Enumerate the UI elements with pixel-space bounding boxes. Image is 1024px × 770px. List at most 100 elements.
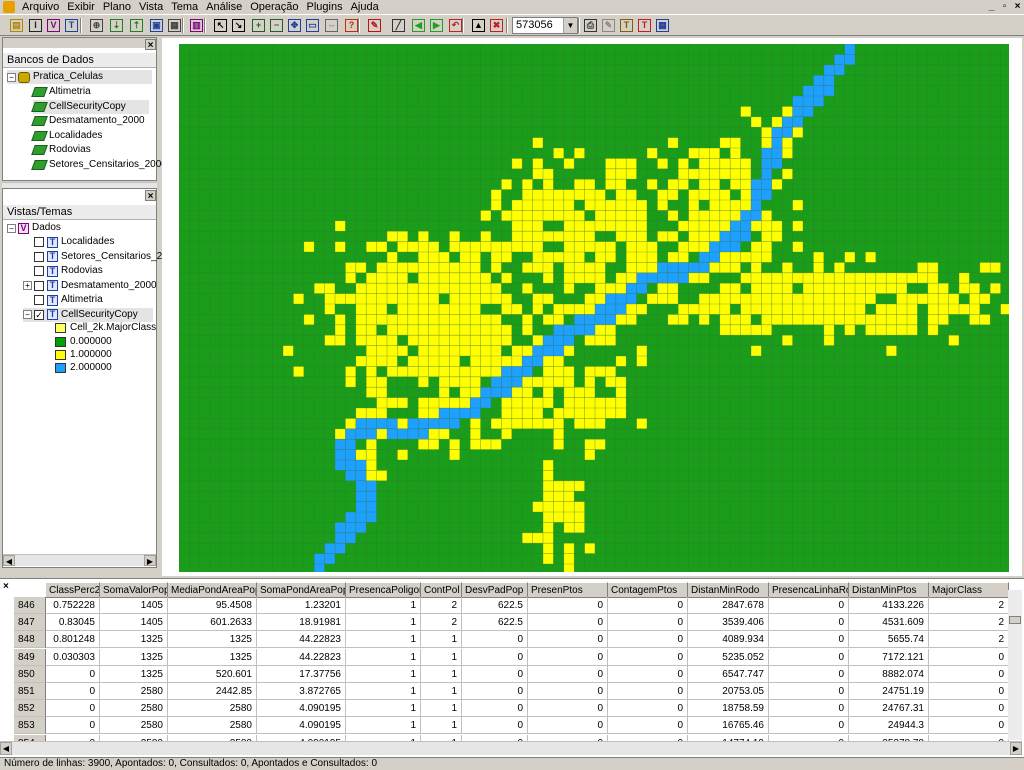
table-cell[interactable]: 2580 xyxy=(100,717,168,735)
table-cell[interactable]: 24944.3 xyxy=(849,717,929,735)
table-cell[interactable]: 0 xyxy=(46,700,100,718)
table-cell[interactable]: 1 xyxy=(346,665,421,683)
table-cell[interactable]: 0 xyxy=(462,717,528,735)
table-cell[interactable]: 0 xyxy=(769,631,849,649)
column-header[interactable]: ContagemPtos xyxy=(608,582,688,598)
database-item[interactable]: CellSecurityCopy xyxy=(31,99,149,114)
table-cell[interactable]: 3539.406 xyxy=(688,614,769,632)
theme-checkbox[interactable] xyxy=(34,237,44,247)
table-cell[interactable]: 0 xyxy=(929,700,1009,718)
table-cell[interactable]: 0 xyxy=(608,700,688,718)
row-id[interactable]: 850 xyxy=(14,665,46,683)
table-cell[interactable]: 0 xyxy=(608,614,688,632)
select-area-button[interactable]: ↘ xyxy=(230,17,247,34)
collapse-icon[interactable]: − xyxy=(7,223,16,233)
theme-checkbox[interactable] xyxy=(34,251,44,262)
row-id[interactable]: 853 xyxy=(14,717,46,735)
table-cell[interactable]: 6547.747 xyxy=(688,665,769,683)
table-cell[interactable]: 1 xyxy=(346,631,421,649)
forward-button[interactable]: ▶ xyxy=(428,17,445,34)
theme-checkbox[interactable] xyxy=(34,295,44,305)
table-cell[interactable]: 1 xyxy=(421,717,462,735)
table-cell[interactable]: 2580 xyxy=(100,700,168,718)
column-header[interactable]: ContPol xyxy=(421,582,462,598)
table-cell[interactable]: 0 xyxy=(769,648,849,666)
table-button[interactable]: ▦ xyxy=(166,17,183,34)
menu-item-3[interactable]: Vista xyxy=(135,0,167,14)
menu-item-6[interactable]: Operação xyxy=(246,0,302,14)
collapse-icon[interactable]: − xyxy=(7,72,16,82)
pointer-button[interactable]: ↖ xyxy=(212,17,229,34)
table-cell[interactable]: 2 xyxy=(421,614,462,632)
table-cell[interactable]: 0 xyxy=(929,717,1009,735)
table-cell[interactable]: 95.4508 xyxy=(168,597,257,614)
table-cell[interactable]: 1325 xyxy=(168,631,257,649)
table-cell[interactable]: 1 xyxy=(346,700,421,718)
scale-select[interactable]: 573056 ▼ xyxy=(512,17,578,34)
table-cell[interactable]: 5655.74 xyxy=(849,631,929,649)
theme-item[interactable]: T Altimetria xyxy=(23,293,103,307)
table-cell[interactable]: 0 xyxy=(528,631,608,649)
table-cell[interactable]: 2580 xyxy=(168,700,257,718)
table-cell[interactable]: 0 xyxy=(769,597,849,614)
table-cell[interactable]: 0 xyxy=(929,665,1009,683)
table-cell[interactable]: 1 xyxy=(346,683,421,700)
table-cell[interactable]: 2580 xyxy=(100,683,168,700)
table-cell[interactable]: 0.030303 xyxy=(46,648,100,666)
table-cell[interactable]: 0 xyxy=(462,648,528,666)
text-button[interactable]: T xyxy=(618,17,635,34)
column-header[interactable]: DistanMinPtos xyxy=(849,582,929,598)
table-cell[interactable]: 0.801248 xyxy=(46,631,100,649)
column-header[interactable]: PresenPtos xyxy=(528,582,608,598)
table-cell[interactable]: 0 xyxy=(769,700,849,718)
column-header[interactable]: DistanMinRodo xyxy=(688,582,769,598)
edit-button[interactable]: ✎ xyxy=(366,17,383,34)
view-v-button[interactable]: V xyxy=(45,17,62,34)
close-icon[interactable]: × xyxy=(3,582,13,592)
draw-line-button[interactable]: ╱ xyxy=(390,17,407,34)
pan-button[interactable]: ✥ xyxy=(286,17,303,34)
text-style-button[interactable]: T xyxy=(636,17,653,34)
table-cell[interactable]: 0 xyxy=(769,717,849,735)
table-cell[interactable]: 0 xyxy=(462,683,528,700)
column-header[interactable]: PresencaLinhaRodo xyxy=(769,582,849,598)
print-button[interactable]: ⎙ xyxy=(582,17,599,34)
views-hscroll[interactable]: ◀ ▶ xyxy=(3,554,156,566)
zoom-extent-button[interactable]: ▭ xyxy=(304,17,321,34)
table-cell[interactable]: 0 xyxy=(462,631,528,649)
table-cell[interactable]: 7172.121 xyxy=(849,648,929,666)
menu-item-5[interactable]: Análise xyxy=(202,0,246,14)
database-item[interactable]: Localidades xyxy=(31,129,102,143)
map-view[interactable] xyxy=(162,38,1022,576)
scroll-left-icon[interactable]: ◀ xyxy=(0,742,12,755)
table-cell[interactable]: 1 xyxy=(421,683,462,700)
save-button[interactable]: ▣ xyxy=(148,17,165,34)
theme-item[interactable]: T Setores_Censitarios_20 xyxy=(23,250,168,264)
database-item[interactable]: Rodovias xyxy=(31,143,91,157)
table-cell[interactable]: 0 xyxy=(46,665,100,683)
table-cell[interactable]: 0 xyxy=(462,700,528,718)
theme-item[interactable]: T Rodovias xyxy=(23,264,103,278)
scroll-right-icon[interactable]: ▶ xyxy=(1010,742,1022,755)
row-id[interactable]: 847 xyxy=(14,614,46,632)
table-cell[interactable]: 0 xyxy=(528,717,608,735)
theme-item[interactable]: − ✓ T CellSecurityCopy xyxy=(23,307,153,322)
close-window-button[interactable]: × xyxy=(1011,1,1024,12)
table-cell[interactable]: 4.090195 xyxy=(257,717,346,735)
table-cell[interactable]: 2 xyxy=(421,597,462,614)
table-cell[interactable]: 0 xyxy=(528,648,608,666)
expand-icon[interactable]: − xyxy=(23,310,32,319)
table-cell[interactable]: 0 xyxy=(608,717,688,735)
table-cell[interactable]: 1 xyxy=(346,717,421,735)
table-cell[interactable]: 24751.19 xyxy=(849,683,929,700)
database-button[interactable]: ▤ xyxy=(8,17,25,34)
table-cell[interactable]: 0.83045 xyxy=(46,614,100,632)
table-cell[interactable]: 1.23201 xyxy=(257,597,346,614)
chevron-down-icon[interactable]: ▼ xyxy=(563,18,577,33)
table-cell[interactable]: 520.601 xyxy=(168,665,257,683)
row-id[interactable]: 848 xyxy=(14,631,46,649)
menu-item-7[interactable]: Plugins xyxy=(303,0,347,14)
table-cell[interactable]: 0 xyxy=(608,631,688,649)
table-cell[interactable]: 0 xyxy=(528,665,608,683)
table-hscroll[interactable]: ◀ ▶ xyxy=(0,741,1022,755)
